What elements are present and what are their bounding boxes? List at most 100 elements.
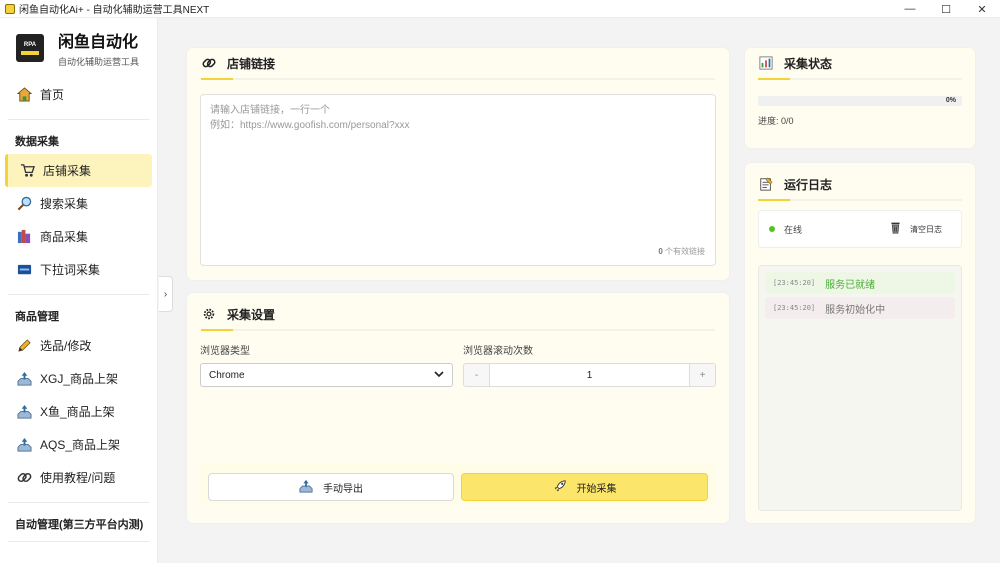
button-label: 手动导出 xyxy=(323,483,363,495)
section-title-auto-management: 自动管理(第三方平台内测) xyxy=(15,519,144,531)
log-message: 服务初始化中 xyxy=(825,304,886,316)
header-underline xyxy=(201,329,715,331)
status-header: 采集状态 xyxy=(745,48,975,78)
chevron-down-icon xyxy=(434,369,444,382)
button-label: 清空日志 xyxy=(910,224,942,234)
run-log-panel: 运行日志 在线 清空日志 [23:45:20] 服务已就绪 [23:45:20]… xyxy=(745,163,975,523)
brand-subtitle: 自动化辅助运营工具 xyxy=(58,57,140,67)
sidebar-item-label: 商品采集 xyxy=(40,230,89,244)
home-icon xyxy=(16,87,32,103)
input-placeholder: 请输入店铺链接，一行一个 xyxy=(210,105,330,116)
magnifier-icon xyxy=(16,196,32,212)
shop-link-panel: 店铺链接 请输入店铺链接，一行一个 例如：https://www.goofish… xyxy=(187,48,729,280)
progress-text: 进度: 0/0 xyxy=(758,116,794,126)
divider xyxy=(8,119,149,120)
brand-name: 闲鱼自动化 xyxy=(58,34,139,51)
shop-link-input[interactable]: 请输入店铺链接，一行一个 例如：https://www.goofish.com/… xyxy=(200,94,716,266)
panel-title: 采集状态 xyxy=(784,56,833,71)
sidebar-item-xgj-listing[interactable]: XGJ_商品上架 xyxy=(0,362,157,395)
browser-type-label: 浏览器类型 xyxy=(200,346,250,357)
browser-type-value: Chrome xyxy=(209,369,245,381)
increment-button[interactable]: + xyxy=(690,364,715,386)
sidebar-item-xyu-listing[interactable]: X鱼_商品上架 xyxy=(0,395,157,428)
brand: RPA 闲鱼自动化 自动化辅助运营工具 xyxy=(0,18,157,78)
scroll-count-label: 浏览器滚动次数 xyxy=(463,346,533,357)
clear-log-button[interactable]: 清空日志 xyxy=(889,221,942,237)
books-icon xyxy=(16,229,32,245)
divider xyxy=(8,541,149,542)
trash-icon xyxy=(889,221,902,237)
title-bar: 闲鱼自动化Ai+ - 自动化辅助运营工具NEXT — ☐ ✕ xyxy=(0,0,1000,18)
upload-tray-icon xyxy=(16,437,32,453)
log-timestamp: [23:45:20] xyxy=(773,304,816,312)
link-icon xyxy=(16,470,32,486)
window-controls: — ☐ ✕ xyxy=(892,0,1000,18)
browser-type-select[interactable]: Chrome xyxy=(200,363,453,387)
sidebar-item-select-edit[interactable]: 选品/修改 xyxy=(0,329,157,362)
sidebar-item-tutorial[interactable]: 使用教程/问题 xyxy=(0,461,157,494)
sidebar-item-label: 选品/修改 xyxy=(40,339,92,353)
brand-logo: RPA xyxy=(16,34,44,62)
tag-icon xyxy=(16,262,32,278)
settings-header: 采集设置 xyxy=(187,299,729,329)
sidebar-item-shop-collect[interactable]: 店铺采集 xyxy=(5,154,152,187)
sidebar-item-dropdown-keyword-collect[interactable]: 下拉词采集 xyxy=(0,253,157,286)
minimize-button[interactable]: — xyxy=(892,0,928,18)
action-bar: 手动导出 开始采集 xyxy=(200,464,716,504)
sidebar-item-label: 店铺采集 xyxy=(43,164,92,178)
sidebar-item-label: 搜索采集 xyxy=(40,197,89,211)
log-timestamp: [23:45:20] xyxy=(773,279,816,287)
scroll-count-stepper: - 1 + xyxy=(463,363,716,387)
log-message: 服务已就绪 xyxy=(825,279,876,291)
online-dot xyxy=(769,226,775,232)
log-header: 运行日志 xyxy=(745,169,975,199)
pencil-icon xyxy=(16,338,32,354)
sidebar-item-search-collect[interactable]: 搜索采集 xyxy=(0,187,157,220)
close-button[interactable]: ✕ xyxy=(964,0,1000,18)
sidebar-item-label: 下拉词采集 xyxy=(40,263,101,277)
input-placeholder-example: 例如：https://www.goofish.com/personal?xxx xyxy=(210,120,410,131)
header-underline xyxy=(758,78,962,80)
sidebar-item-product-collect[interactable]: 商品采集 xyxy=(0,220,157,253)
sidebar-item-home[interactable]: 首页 xyxy=(0,78,157,111)
scroll-count-input[interactable]: 1 xyxy=(489,364,690,386)
log-entry: [23:45:20] 服务已就绪 xyxy=(765,272,955,294)
app-icon xyxy=(5,3,15,14)
upload-tray-icon xyxy=(16,371,32,387)
header-underline xyxy=(201,78,715,80)
decrement-button[interactable]: - xyxy=(464,364,489,386)
log-list: [23:45:20] 服务已就绪 [23:45:20] 服务初始化中 xyxy=(758,265,962,511)
progress-bar: 0% xyxy=(758,96,962,106)
bar-chart-icon xyxy=(758,55,774,71)
section-title-data-collection: 数据采集 xyxy=(15,136,59,148)
divider xyxy=(8,502,149,503)
rocket-icon xyxy=(553,479,567,496)
online-status-text: 在线 xyxy=(784,225,803,235)
cart-icon xyxy=(19,163,35,179)
sidebar: RPA 闲鱼自动化 自动化辅助运营工具 首页 数据采集 店铺采集 搜索采集 商品… xyxy=(0,18,158,563)
manual-export-button[interactable]: 手动导出 xyxy=(208,473,454,501)
shop-link-header: 店铺链接 xyxy=(187,48,729,78)
panel-title: 运行日志 xyxy=(784,177,833,192)
panel-title: 采集设置 xyxy=(227,307,276,322)
upload-tray-icon xyxy=(299,479,313,496)
sidebar-collapse-toggle[interactable]: › xyxy=(159,276,173,312)
log-entry: [23:45:20] 服务初始化中 xyxy=(765,297,955,319)
sidebar-item-label: 首页 xyxy=(40,88,65,102)
sidebar-item-label: 使用教程/问题 xyxy=(40,471,116,485)
sidebar-item-aqs-listing[interactable]: AQS_商品上架 xyxy=(0,428,157,461)
collect-settings-panel: 采集设置 浏览器类型 Chrome 浏览器滚动次数 - 1 + 手动导出 开始采… xyxy=(187,293,729,523)
progress-percent: 0% xyxy=(945,97,956,104)
window-title: 闲鱼自动化Ai+ - 自动化辅助运营工具NEXT xyxy=(19,5,210,16)
start-collect-button[interactable]: 开始采集 xyxy=(461,473,708,501)
gear-icon xyxy=(201,306,217,322)
header-underline xyxy=(758,199,962,201)
maximize-button[interactable]: ☐ xyxy=(928,0,964,18)
valid-link-count: 0 个有效链接 xyxy=(658,247,705,256)
sidebar-item-label: AQS_商品上架 xyxy=(40,438,121,452)
notepad-icon xyxy=(758,176,774,192)
sidebar-item-label: X鱼_商品上架 xyxy=(40,405,115,419)
collect-status-panel: 采集状态 0% 进度: 0/0 xyxy=(745,48,975,148)
sidebar-item-label: XGJ_商品上架 xyxy=(40,372,119,386)
link-icon xyxy=(201,55,217,71)
